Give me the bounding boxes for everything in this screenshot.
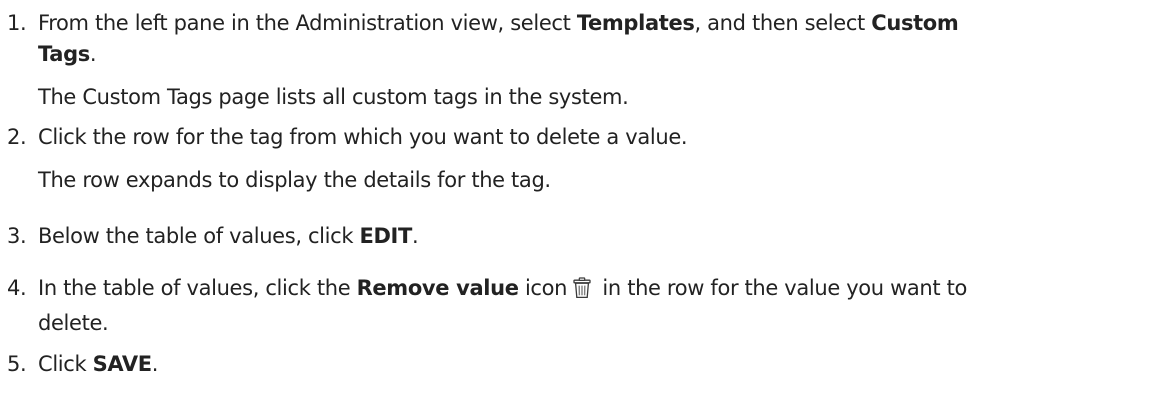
- step-2: 2. Click the row for the tag from which …: [0, 122, 1158, 221]
- trash-icon: [572, 277, 592, 308]
- templates-label: Templates: [576, 11, 695, 35]
- step-note: The Custom Tags page lists all custom ta…: [38, 85, 629, 109]
- step-note: The row expands to display the details f…: [38, 168, 551, 192]
- custom-label: Custom: [871, 11, 959, 35]
- step-5: 5. Click SAVE.: [0, 349, 1158, 380]
- step-text: Click the row for the tag from which you…: [38, 125, 688, 149]
- step-number: 1.: [7, 11, 27, 35]
- step-number: 3.: [7, 224, 27, 248]
- step-number: 4.: [7, 276, 27, 300]
- step-text: Click SAVE.: [38, 352, 159, 376]
- step-text-continued: Tags.: [38, 42, 97, 66]
- step-text-continued: delete.: [38, 311, 109, 335]
- edit-label: EDIT: [359, 224, 412, 248]
- step-3: 3. Below the table of values, click EDIT…: [0, 221, 1158, 273]
- step-text: In the table of values, click the Remove…: [38, 273, 1146, 308]
- step-text: Below the table of values, click EDIT.: [38, 224, 419, 248]
- step-4: 4. In the table of values, click the Rem…: [0, 273, 1158, 349]
- tags-label: Tags: [38, 42, 90, 66]
- step-number: 5.: [7, 352, 27, 376]
- step-number: 2.: [7, 125, 27, 149]
- step-text: From the left pane in the Administration…: [38, 11, 959, 35]
- step-1: 1. From the left pane in the Administrat…: [0, 8, 1158, 122]
- remove-value-label: Remove value: [356, 276, 519, 300]
- save-label: SAVE: [92, 352, 153, 376]
- procedure-steps: 1. From the left pane in the Administrat…: [0, 0, 1158, 380]
